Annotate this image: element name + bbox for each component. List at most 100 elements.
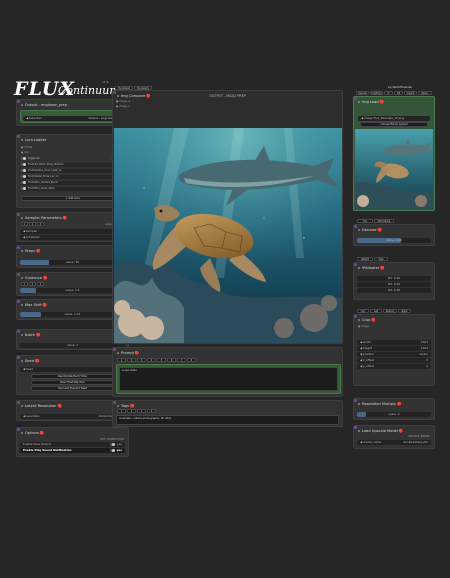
img-load-node[interactable]: Img Load🔴 ◀ image Flux_Example_12.png ch… — [353, 96, 435, 211]
node-handle — [17, 428, 20, 431]
new-fixed-random-button[interactable]: New Fixed Random — [31, 380, 114, 385]
resolution-multiply-node[interactable]: Resolution Multiply🔴 value: 2 — [353, 398, 435, 420]
tags-tab-4[interactable]: 4 — [147, 409, 156, 413]
node-title: Crop🔴 — [358, 318, 376, 322]
randomize-seed-button[interactable]: Randomize Each Time — [31, 374, 114, 379]
tags-node[interactable]: Tags🔴 1 2 3 4 cinematic, nature photogra… — [112, 400, 343, 427]
guidance-slider-fill — [20, 288, 36, 293]
sampler-tab-2[interactable]: 2 — [29, 222, 36, 226]
output-preview-node[interactable]: Img Compare🔴 OUTPUT - MIDJ2 PREP ● image… — [112, 90, 343, 344]
multiply-slider-fill — [357, 412, 366, 417]
weight-tab[interactable]: Weight — [357, 257, 373, 261]
guidance-tab-3[interactable]: 3 — [37, 282, 44, 286]
node-title: Prompt🔴 — [117, 351, 139, 355]
lora-input-clip: ● clip — [21, 151, 29, 154]
prompt-tab-6[interactable]: 6 — [167, 358, 176, 362]
tab-inpaint[interactable]: Inpaint — [404, 91, 417, 95]
ip3-slider[interactable]: IP3: 0.00 — [357, 288, 431, 293]
upscale-model-select[interactable]: ◀ model_name 4x-UltraSharp.pth — [357, 440, 431, 445]
resolution-select[interactable]: ◀ resolution 1024x1024 (1:1) — [20, 414, 125, 419]
load-upscale-node[interactable]: Load Upscale Model🔴 UPSCALE_MODEL ◀ mode… — [353, 425, 435, 449]
lora-item[interactable]: FLUX/Golden_Hour_Light_v11.00 — [21, 169, 124, 173]
steps-slider[interactable]: value: 30 — [20, 260, 125, 265]
scheduler-select[interactable]: ◀ schedulerbeta — [20, 235, 125, 240]
prompt-tab-5[interactable]: 5 — [157, 358, 166, 362]
tab-redux[interactable]: Redux — [418, 91, 432, 95]
ip1-slider[interactable]: IP1: 0.00 — [357, 276, 431, 281]
crop-tab-top[interactable]: Top — [357, 309, 369, 313]
node-handle — [354, 263, 357, 266]
crop-tab-right[interactable]: Right — [398, 309, 411, 313]
max-shift-slider[interactable]: value: 1.15 — [20, 312, 125, 317]
prompt-tab-4[interactable]: 4 — [147, 358, 156, 362]
node-title: Seed🔴 — [21, 359, 39, 363]
crop-node[interactable]: Crop🔴 ● image ◀ width 1024 ◀ height 1024 ◀… — [353, 314, 435, 386]
seed-input[interactable]: ◀ Seed▶ — [20, 367, 125, 372]
tags-tab-1[interactable]: 1 — [117, 409, 126, 413]
node-handle — [17, 401, 20, 404]
guidance-tab-2[interactable]: 2 — [29, 282, 36, 286]
crop-tab-bottom[interactable]: Bottom — [383, 309, 397, 313]
crop-width[interactable]: ◀ width 1024 — [357, 340, 431, 345]
save-output-toggle[interactable]: Enable Save Output yes — [20, 442, 125, 447]
crop-height[interactable]: ◀ height 1024 — [357, 346, 431, 351]
upscale-tag: UPSCALE_MODEL — [407, 435, 430, 438]
crop-x-offset[interactable]: ◀ x_offset 0 — [357, 358, 431, 363]
prompt-tab-7[interactable]: 7 — [177, 358, 186, 362]
multiply-slider[interactable]: value: 2 — [357, 412, 431, 417]
output-image[interactable] — [114, 128, 342, 343]
sampler-tab-3[interactable]: 3 — [37, 222, 44, 226]
tags-textarea[interactable]: cinematic, nature photography, 8k ultra — [116, 415, 339, 425]
node-handle — [17, 135, 20, 138]
sampler-select[interactable]: ◀ samplereuler — [20, 229, 125, 234]
mod-cache-tab[interactable]: Mod Cache — [374, 219, 394, 223]
node-title: Latent Resolution🔴 — [21, 404, 62, 408]
tab-ip[interactable]: IP — [384, 91, 393, 95]
prompt-tab-1[interactable]: 1 — [117, 358, 126, 362]
crop-y-offset[interactable]: ◀ y_offset 0 — [357, 364, 431, 369]
crop-tab-left[interactable]: Left — [370, 309, 382, 313]
tile-tab[interactable]: Tile — [357, 219, 373, 223]
prompt-node[interactable]: Prompt🔴 1 2 3 4 5 6 7 8 a sea turtle — [112, 347, 343, 397]
node-handle — [113, 401, 116, 404]
node-title: Sampler Parameters🔴 — [21, 216, 67, 220]
lora-item[interactable]: FLUX/Film_Grain_Style1.00 — [21, 187, 124, 191]
lora-item[interactable]: FLUX/Detail_Enhancer_v21.00 — [21, 175, 124, 179]
prompt-tab-3[interactable]: 3 — [137, 358, 146, 362]
batch-slider[interactable]: value: 1 — [20, 343, 125, 348]
prompt-textarea[interactable]: a sea turtle — [119, 367, 338, 391]
ipadapter-node[interactable]: IPAdapter🔴 IP1: 0.00 IP2: 0.00 IP3: 0.00 — [353, 262, 435, 300]
guidance-slider[interactable]: value: 3.5 — [20, 288, 125, 293]
node-title: Output - engineer_prep — [21, 103, 67, 107]
lora-item[interactable]: FLUX/Skin_Texture_Boost1.00 — [21, 181, 124, 185]
node-handle — [354, 426, 357, 429]
tab-cn[interactable]: CN — [394, 91, 403, 95]
type-tab[interactable]: Type — [374, 257, 388, 261]
node-title: Options🔴 — [21, 431, 44, 435]
prompt-tab-8[interactable]: 8 — [187, 358, 196, 362]
loaded-image-preview[interactable] — [355, 129, 433, 209]
denoise-slider[interactable]: value: 0.60 — [357, 238, 431, 243]
output-select[interactable]: ◀ Selection Output - engineer_prep — [23, 116, 124, 121]
image-file-select[interactable]: ◀ image Flux_Example_12.png — [358, 116, 430, 121]
lora-header[interactable]: Toggle AllStrength — [21, 157, 124, 161]
tags-tab-2[interactable]: 2 — [127, 409, 136, 413]
tab-img2img[interactable]: Img2Img — [370, 91, 383, 95]
lora-item[interactable]: FLUX/art_Black_Page_Shadow1.00 — [21, 163, 124, 167]
ip2-slider[interactable]: IP2: 0.00 — [357, 282, 431, 287]
denoise-node[interactable]: Denoise🔴 value: 0.60 — [353, 224, 435, 246]
guidance-tab-1[interactable]: 1 — [21, 282, 28, 286]
sampler-tab-1[interactable]: 1 — [21, 222, 28, 226]
use-last-seed-button[interactable]: Use Last Queued Seed — [31, 386, 114, 391]
upload-button[interactable]: choose file to upload — [360, 122, 428, 127]
options-node[interactable]: Options🔴 OPT_CONNECTION Enable Save Outp… — [16, 427, 129, 457]
lora-input-model: ● model — [21, 146, 33, 149]
crop-position[interactable]: ◀ position center — [357, 352, 431, 357]
play-sound-toggle[interactable]: Enable Play Sound Notification yes — [20, 448, 125, 453]
prompt-tab-2[interactable]: 2 — [127, 358, 136, 362]
tags-tab-3[interactable]: 3 — [137, 409, 146, 413]
node-title: Resolution Multiply🔴 — [358, 402, 402, 406]
tab-upscale[interactable]: Upscale — [356, 91, 369, 95]
node-title: Img Load🔴 — [358, 100, 384, 104]
add-lora-button[interactable]: + Add Lora — [21, 196, 124, 201]
